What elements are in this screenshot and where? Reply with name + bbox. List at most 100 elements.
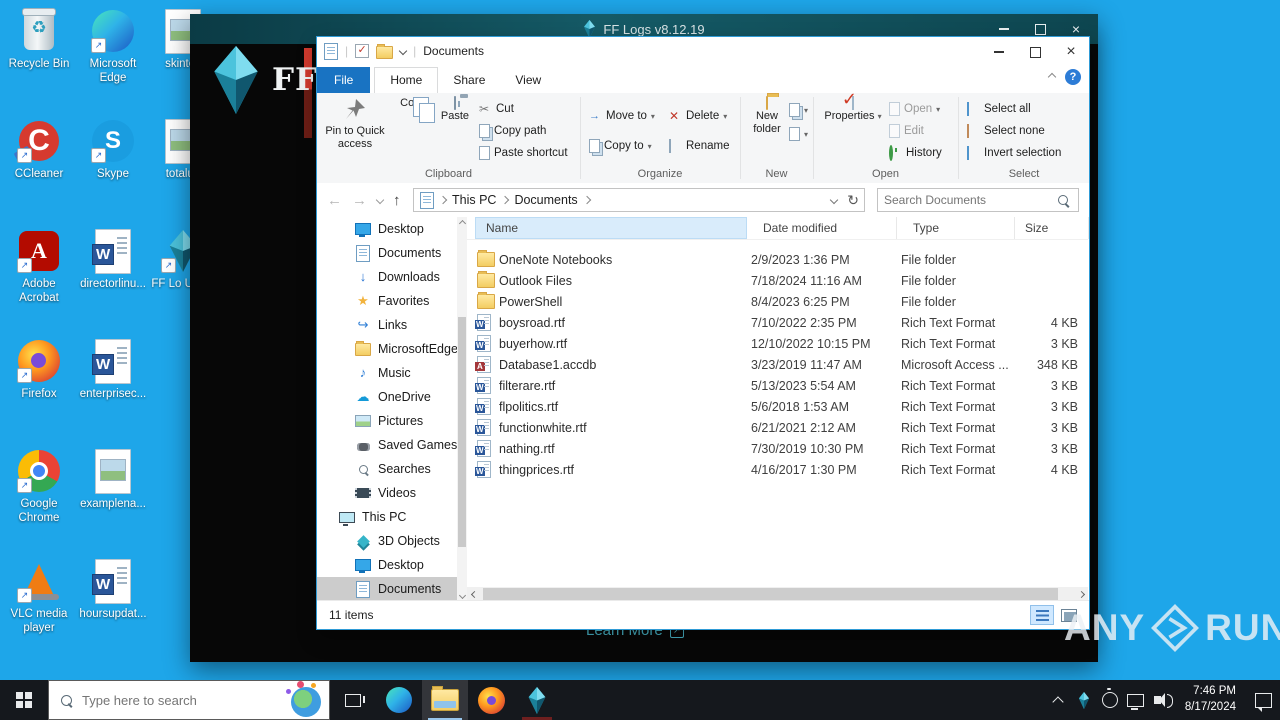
column-header-type[interactable]: Type [903, 217, 1015, 239]
explorer-titlebar[interactable]: | ✓ | Documents × [317, 37, 1089, 65]
search-box[interactable] [877, 188, 1079, 212]
file-row-powershell[interactable]: PowerShell 8/4/2023 6:25 PM File folder [467, 291, 1088, 312]
file-row-onenote-notebooks[interactable]: OneNote Notebooks 2/9/2023 1:36 PM File … [467, 249, 1088, 270]
address-dropdown-icon[interactable] [830, 195, 839, 205]
file-row-database1-accdb[interactable]: Database1.accdb 3/23/2019 11:47 AM Micro… [467, 354, 1088, 375]
desktop-icon-vlc-media-player[interactable]: ↗ VLC media player [4, 558, 74, 636]
taskbar-fflogs-button[interactable] [514, 680, 560, 720]
pin-to-quick-access-button[interactable]: Pin to Quick access [323, 97, 387, 152]
column-header-date[interactable]: Date modified [753, 217, 897, 239]
nav-scrollbar-thumb[interactable] [458, 317, 466, 547]
sidebar-item-downloads[interactable]: ↓ Downloads [317, 265, 457, 289]
nav-scrollbar[interactable] [457, 217, 467, 601]
file-row-functionwhite-rtf[interactable]: functionwhite.rtf 6/21/2021 2:12 AM Rich… [467, 417, 1088, 438]
tray-fflogs-button[interactable] [1071, 680, 1097, 720]
file-row-buyerhow-rtf[interactable]: buyerhow.rtf 12/10/2022 10:15 PM Rich Te… [467, 333, 1088, 354]
thumbnail-view-button[interactable] [1057, 605, 1081, 625]
desktop-icon-microsoft-edge[interactable]: ↗ Microsoft Edge [78, 8, 148, 86]
tab-home[interactable]: Home [374, 67, 439, 94]
copy-button[interactable]: Copy [391, 97, 435, 110]
qat-customize-icon[interactable] [398, 46, 408, 56]
sidebar-item-onedrive[interactable]: ☁ OneDrive [317, 385, 457, 409]
desktop-icon-enterprisec[interactable]: enterprisec... [78, 338, 148, 401]
file-row-nathing-rtf[interactable]: nathing.rtf 7/30/2019 10:30 PM Rich Text… [467, 438, 1088, 459]
desktop-icon-directorlinu[interactable]: directorlinu... [78, 228, 148, 291]
up-button[interactable]: ↑ [393, 192, 401, 209]
desktop-icon-firefox[interactable]: ↗ Firefox [4, 338, 74, 401]
move-to-button[interactable]: → Move to ▾ [589, 107, 655, 125]
sidebar-item-searches[interactable]: Searches [317, 457, 457, 481]
breadcrumb-this-pc[interactable]: This PC [452, 193, 496, 207]
sidebar-item-microsoftedgeb[interactable]: MicrosoftEdgeB [317, 337, 457, 361]
start-button[interactable] [0, 680, 48, 720]
file-row-outlook-files[interactable]: Outlook Files 7/18/2024 11:16 AM File fo… [467, 270, 1088, 291]
taskbar-search[interactable] [48, 680, 330, 720]
sidebar-item-links[interactable]: ↪ Links [317, 313, 457, 337]
history-button[interactable]: History [889, 144, 942, 162]
tab-file[interactable]: File [317, 67, 371, 93]
sidebar-item-documents-pc[interactable]: Documents [317, 577, 457, 601]
sidebar-item-documents[interactable]: Documents [317, 241, 457, 265]
address-bar[interactable]: This PC Documents ↻ [413, 188, 865, 212]
select-all-button[interactable]: Select all [967, 100, 1031, 118]
tray-network-button[interactable] [1123, 680, 1149, 720]
tray-chevron-button[interactable] [1045, 680, 1071, 720]
hscroll-thumb[interactable] [483, 588, 1058, 600]
taskbar-firefox-button[interactable] [468, 680, 514, 720]
desktop-icon-hoursupdat[interactable]: hoursupdat... [78, 558, 148, 621]
copy-path-button[interactable]: Copy path [479, 122, 546, 140]
copy-to-button[interactable]: Copy to ▾ [589, 137, 652, 155]
sidebar-item-music[interactable]: ♪ Music [317, 361, 457, 385]
sidebar-item-favorites[interactable]: ★ Favorites [317, 289, 457, 313]
explorer-close-button[interactable]: × [1053, 37, 1089, 67]
task-view-button[interactable] [330, 680, 376, 720]
open-button[interactable]: Open ▾ [889, 100, 940, 118]
ribbon-collapse-icon[interactable] [1047, 72, 1057, 82]
delete-button[interactable]: ✕ Delete ▾ [669, 107, 727, 125]
help-icon[interactable]: ? [1065, 69, 1081, 85]
refresh-icon[interactable]: ↻ [847, 192, 859, 209]
sidebar-item-saved-games[interactable]: Saved Games [317, 433, 457, 457]
paste-shortcut-button[interactable]: Paste shortcut [479, 144, 568, 162]
properties-button[interactable]: Properties ▾ [823, 96, 883, 123]
sidebar-item-desktop[interactable]: Desktop [317, 217, 457, 241]
desktop-icon-adobe-acrobat[interactable]: A ↗ Adobe Acrobat [4, 228, 74, 306]
explorer-maximize-button[interactable] [1017, 37, 1053, 67]
file-row-flpolitics-rtf[interactable]: flpolitics.rtf 5/6/2018 1:53 AM Rich Tex… [467, 396, 1088, 417]
paste-button[interactable]: Paste [435, 96, 475, 123]
rename-button[interactable]: Rename [669, 137, 729, 155]
cut-button[interactable]: ✂ Cut [479, 100, 514, 118]
breadcrumb-documents[interactable]: Documents [514, 193, 577, 207]
explorer-minimize-button[interactable] [981, 37, 1017, 67]
invert-selection-button[interactable]: Invert selection [967, 144, 1061, 162]
recent-locations-icon[interactable] [375, 195, 385, 205]
qat-new-folder-icon[interactable] [376, 44, 394, 59]
horizontal-scrollbar[interactable] [467, 587, 1088, 601]
sidebar-item-videos[interactable]: Videos [317, 481, 457, 505]
tray-volume-button[interactable] [1149, 680, 1175, 720]
qat-properties-icon[interactable]: ✓ [355, 44, 370, 58]
edit-button[interactable]: Edit [889, 122, 924, 140]
sidebar-item-this-pc[interactable]: This PC [317, 505, 457, 529]
desktop-icon-recycle-bin[interactable]: Recycle Bin [4, 8, 74, 71]
desktop-icon-ccleaner[interactable]: C ↗ CCleaner [4, 118, 74, 181]
tray-clock[interactable]: 7:46 PM 8/17/2024 [1175, 684, 1246, 715]
sidebar-item-desktop-pc[interactable]: Desktop [317, 553, 457, 577]
desktop-icon-skype[interactable]: S ↗ Skype [78, 118, 148, 181]
select-none-button[interactable]: Select none [967, 122, 1045, 140]
details-view-button[interactable] [1030, 605, 1054, 625]
easy-access-button[interactable]: ▾ [789, 125, 808, 143]
back-button[interactable]: ← [327, 192, 342, 209]
tab-share[interactable]: Share [438, 68, 500, 93]
tab-view[interactable]: View [500, 68, 556, 93]
desktop-icon-google-chrome[interactable]: ↗ Google Chrome [4, 448, 74, 526]
search-input[interactable] [878, 193, 1058, 207]
desktop-icon-examplena[interactable]: examplena... [78, 448, 148, 511]
taskbar-explorer-button[interactable] [422, 680, 468, 720]
action-center-button[interactable] [1246, 680, 1280, 720]
sidebar-item-3d-objects-pc[interactable]: 3D Objects [317, 529, 457, 553]
new-folder-button[interactable]: New folder [745, 96, 789, 137]
column-header-size[interactable]: Size [1015, 217, 1089, 239]
taskbar-edge-button[interactable] [376, 680, 422, 720]
file-row-filterare-rtf[interactable]: filterare.rtf 5/13/2023 5:54 AM Rich Tex… [467, 375, 1088, 396]
